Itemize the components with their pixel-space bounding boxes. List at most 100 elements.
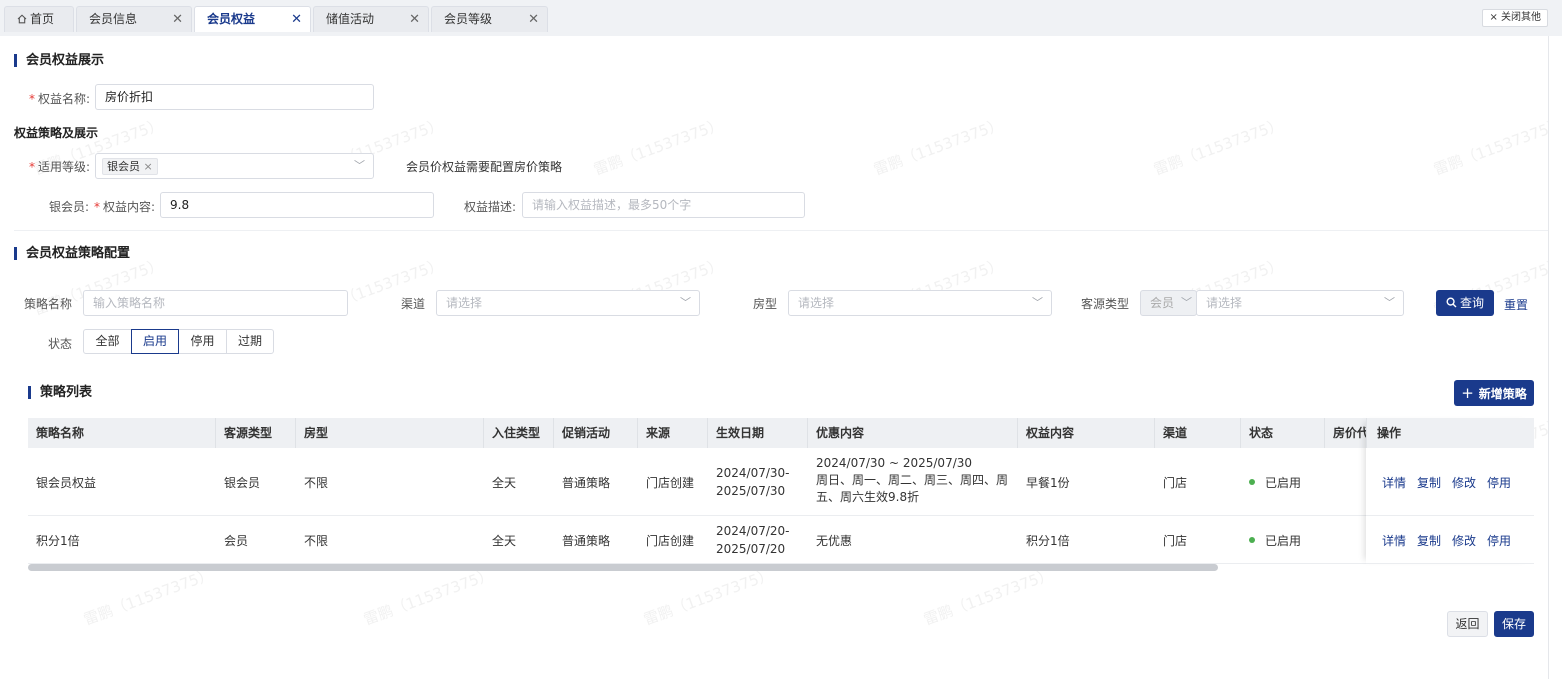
benefit-name-input[interactable]: 房价折扣: [95, 84, 374, 110]
room-type-select[interactable]: 请选择 ﹀: [788, 290, 1052, 316]
reset-button[interactable]: 重置: [1504, 296, 1528, 313]
search-icon: [1446, 291, 1457, 308]
horizontal-scrollbar[interactable]: [28, 564, 1218, 571]
cell-room-type: 不限: [304, 534, 329, 548]
applicable-level-label: * 适用等级:: [28, 160, 90, 174]
back-button[interactable]: 返回: [1447, 611, 1488, 637]
level-tag: 银会员 ×: [102, 158, 158, 175]
benefit-desc-input[interactable]: 请输入权益描述，最多50个字: [522, 192, 805, 218]
cell-discount: 无优惠: [816, 534, 853, 548]
column-header: 策略名称: [28, 418, 216, 448]
strategy-display-title: 权益策略及展示: [14, 126, 99, 140]
benefit-name-label: * 权益名称:: [28, 92, 90, 106]
status-badge: 已启用: [1241, 474, 1301, 491]
tab-bar: 首页 会员信息 ✕ 会员权益 ✕ 储值活动 ✕ 会员等级 ✕ × 关闭其他: [0, 0, 1562, 36]
tab-member-level[interactable]: 会员等级 ✕: [431, 6, 548, 32]
save-button[interactable]: 保存: [1494, 611, 1534, 637]
column-header: 优惠内容: [808, 418, 1018, 448]
strategy-list-title: 策略列表: [28, 386, 92, 399]
tab-label: 会员权益: [207, 12, 256, 26]
close-others-button[interactable]: × 关闭其他: [1482, 9, 1548, 27]
column-header: 房型: [296, 418, 484, 448]
vertical-scrollbar[interactable]: [1548, 36, 1562, 679]
watermark: 雷鹏（11537375）: [1151, 115, 1286, 179]
member-level-label: 银会员:: [48, 200, 89, 214]
tab-label: 首页: [30, 12, 55, 26]
column-header: 状态: [1241, 418, 1325, 448]
add-strategy-button[interactable]: + 新增策略: [1454, 380, 1534, 406]
cell-effective-date: 2024/07/30- 2025/07/30: [716, 466, 790, 498]
close-icon[interactable]: ✕: [528, 7, 539, 32]
cell-channel: 门店: [1163, 534, 1188, 548]
close-icon[interactable]: ✕: [172, 7, 183, 32]
cell-effective-date: 2024/07/20- 2025/07/20: [716, 524, 790, 556]
tab-member-info[interactable]: 会员信息 ✕: [76, 6, 192, 32]
chevron-down-icon: ﹀: [680, 296, 691, 309]
query-button[interactable]: 查询: [1436, 290, 1494, 316]
tab-label: 会员等级: [444, 12, 493, 26]
cell-checkin-type: 全天: [492, 476, 517, 490]
status-option-expired[interactable]: 过期: [226, 329, 274, 354]
divider: [14, 230, 1548, 231]
watermark: 雷鹏（11537375）: [591, 115, 726, 179]
cell-origin: 门店创建: [646, 534, 695, 548]
column-header: 房价代: [1325, 418, 1367, 448]
cell-benefit: 早餐1份: [1026, 476, 1070, 490]
cell-strategy-name: 银会员权益: [36, 476, 97, 490]
column-header: 生效日期: [708, 418, 808, 448]
status-dot-icon: [1249, 479, 1255, 485]
status-badge: 已启用: [1241, 532, 1301, 549]
channel-select[interactable]: 请选择 ﹀: [436, 290, 700, 316]
source-type-prefix-select[interactable]: 会员 ﹀: [1140, 290, 1197, 316]
plus-icon: +: [1461, 384, 1474, 402]
tab-label: 会员信息: [89, 12, 138, 26]
cell-channel: 门店: [1163, 476, 1188, 490]
column-header: 来源: [638, 418, 708, 448]
tag-close-icon[interactable]: ×: [144, 160, 153, 173]
column-header: 促销活动: [554, 418, 638, 448]
tab-stored-value[interactable]: 储值活动 ✕: [313, 6, 429, 32]
fixed-column-shadow: [1366, 418, 1534, 564]
table-row: 银会员权益 银会员 不限 全天 普通策略 门店创建 2024/07/30- 202…: [28, 448, 1534, 516]
status-option-disabled[interactable]: 停用: [178, 329, 227, 354]
status-option-enabled[interactable]: 启用: [131, 329, 179, 354]
source-type-label: 客源类型: [1080, 297, 1129, 311]
section-title-strategy-config: 会员权益策略配置: [14, 247, 130, 260]
cell-benefit: 积分1倍: [1026, 534, 1070, 548]
main-content: 雷鹏（11537375） 雷鹏（11537375） 雷鹏（11537375） 雷…: [0, 36, 1562, 679]
table-header: 策略名称 客源类型 房型 入住类型 促销活动 来源 生效日期 优惠内容 权益内容…: [28, 418, 1534, 448]
benefit-desc-label: 权益描述:: [463, 200, 516, 214]
strategy-name-input[interactable]: 输入策略名称: [83, 290, 348, 316]
benefit-content-label: * 权益内容:: [93, 200, 155, 214]
watermark: 雷鹏（11537375）: [1431, 115, 1562, 179]
watermark: 雷鹏（11537375）: [81, 565, 216, 629]
applicable-level-select[interactable]: 银会员 × ﹀: [95, 153, 374, 179]
chevron-down-icon: ﹀: [1032, 296, 1043, 309]
cell-checkin-type: 全天: [492, 534, 517, 548]
column-header: 客源类型: [216, 418, 296, 448]
column-header: 入住类型: [484, 418, 554, 448]
tab-member-benefits[interactable]: 会员权益 ✕: [194, 6, 311, 32]
cell-promotion: 普通策略: [562, 534, 611, 548]
chevron-down-icon: ﹀: [354, 159, 365, 172]
strategy-name-label: 策略名称: [23, 297, 72, 311]
close-icon[interactable]: ✕: [291, 7, 302, 32]
cell-promotion: 普通策略: [562, 476, 611, 490]
table-row: 积分1倍 会员 不限 全天 普通策略 门店创建 2024/07/20- 2025/…: [28, 516, 1534, 564]
status-label: 状态: [47, 337, 72, 351]
room-type-label: 房型: [752, 297, 777, 311]
watermark: 雷鹏（11537375）: [871, 115, 1006, 179]
chevron-down-icon: ﹀: [1181, 296, 1192, 309]
benefit-content-input[interactable]: 9.8: [160, 192, 434, 218]
chevron-down-icon: ﹀: [1384, 296, 1395, 309]
column-header: 权益内容: [1018, 418, 1155, 448]
level-hint: 会员价权益需要配置房价策略: [406, 160, 563, 174]
source-type-select[interactable]: 请选择 ﹀: [1196, 290, 1404, 316]
close-icon[interactable]: ✕: [409, 7, 420, 32]
section-title-benefit-display: 会员权益展示: [14, 54, 104, 67]
cell-discount: 2024/07/30 ~ 2025/07/30 周日、周一、周二、周三、周四、周五…: [816, 456, 1009, 504]
tab-home[interactable]: 首页: [4, 6, 74, 32]
channel-label: 渠道: [400, 297, 425, 311]
status-option-all[interactable]: 全部: [83, 329, 132, 354]
home-icon: [17, 8, 27, 24]
